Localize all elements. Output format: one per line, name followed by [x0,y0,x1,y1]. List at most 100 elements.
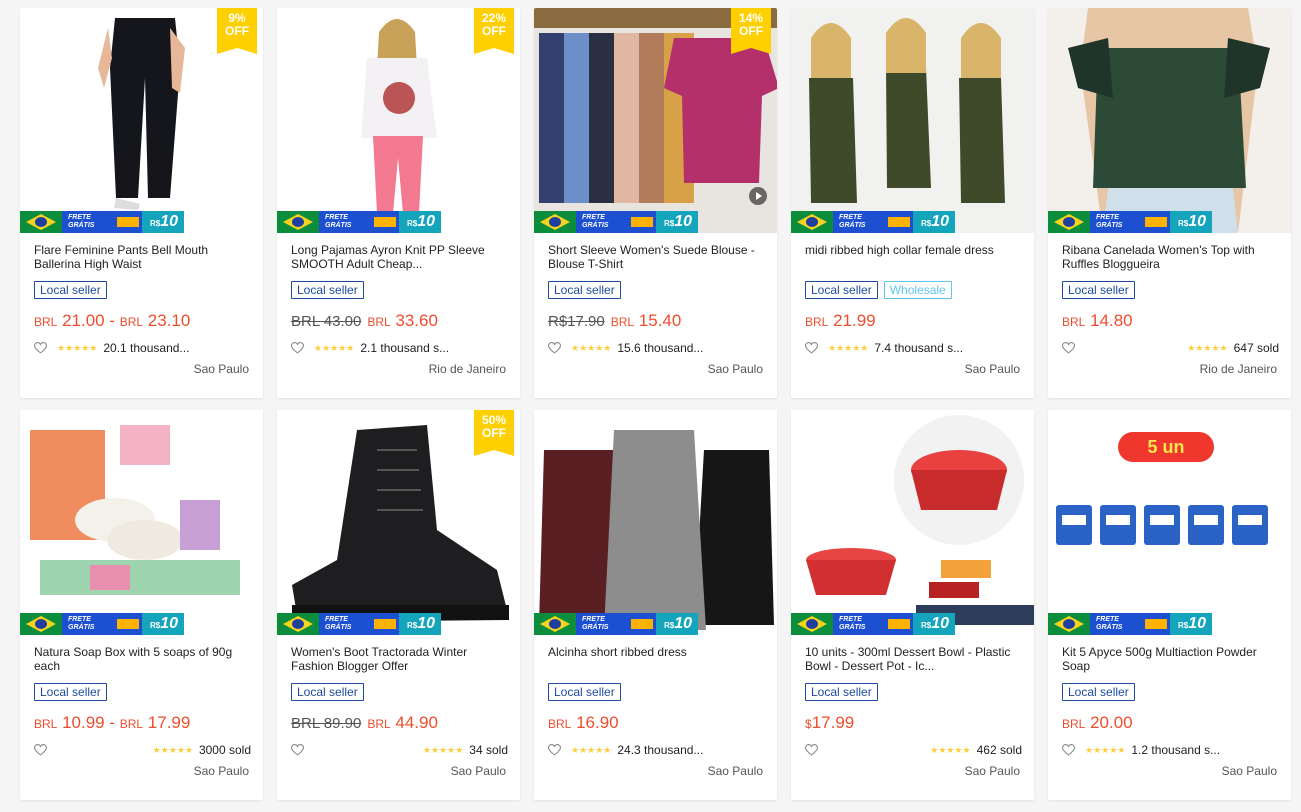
coupon-tag-icon [371,613,399,635]
coupon-tag-icon [885,613,913,635]
product-image[interactable]: 14% OFF FRETE GRÁTIS R$10 [534,8,777,233]
product-title[interactable]: Ribana Canelada Women's Top with Ruffles… [1062,243,1279,271]
heart-icon[interactable] [34,744,47,756]
product-card[interactable]: 22% OFF FRETE GRÁTIS R$10 Long Pajamas Ayro… [277,8,520,398]
local-seller-badge: Local seller [805,683,878,701]
product-image[interactable]: FRETE GRÁTIS R$10 [1048,8,1291,233]
product-meta: ★★★★★ 20.1 thousand... [34,340,251,356]
product-card[interactable]: FRETE GRÁTIS R$10 Alcinha short ribbed dr… [534,410,777,800]
current-price: BRL 14.80 [1062,311,1133,330]
current-price: BRL 21.99 [805,311,876,330]
rating-stars: ★★★★★ [1187,342,1228,353]
product-image[interactable]: 5 un FRETE GRÁTIS R$10 [1048,410,1291,635]
seller-badges: Local seller [291,683,508,701]
seller-location: Sao Paulo [450,764,506,778]
free-shipping-label: FRETE GRÁTIS [62,211,114,233]
product-photo [791,410,1034,635]
local-seller-badge: Local seller [291,281,364,299]
product-image[interactable]: 22% OFF FRETE GRÁTIS R$10 [277,8,520,233]
product-meta: ★★★★★ 647 sold [1062,340,1279,356]
product-meta: ★★★★★ 3000 sold [34,742,251,758]
product-card[interactable]: 50% OFF FRETE GRÁTIS R$10 Women's Boot Trac… [277,410,520,800]
coupon-value: R$10 [1170,211,1213,233]
heart-icon[interactable] [291,744,304,756]
wholesale-badge: Wholesale [883,281,952,299]
product-photo [534,410,777,635]
product-card[interactable]: 9% OFF FRETE GRÁTIS R$10 Flare Feminine Pan… [20,8,263,398]
rating-stars: ★★★★★ [828,342,869,353]
seller-badges: Local seller [548,281,765,299]
sold-count: 647 sold [1233,341,1279,355]
product-title[interactable]: midi ribbed high collar female dress [805,243,1022,271]
brazil-flag-icon [277,613,319,635]
local-seller-badge: Local seller [548,683,621,701]
discount-badge: 9% OFF [217,8,257,54]
promo-strip: FRETE GRÁTIS R$10 [1048,613,1213,635]
product-title[interactable]: Kit 5 Apyce 500g Multiaction Powder Soap [1062,645,1279,673]
rating-stars: ★★★★★ [314,342,355,353]
promo-strip: FRETE GRÁTIS R$10 [534,613,699,635]
sold-count: 3000 sold [198,743,251,757]
product-title[interactable]: Short Sleeve Women's Suede Blouse - Blou… [548,243,765,271]
current-price: BRL 44.90 [367,713,438,732]
product-image[interactable]: 50% OFF FRETE GRÁTIS R$10 [277,410,520,635]
sold-count: 24.3 thousand... [617,743,704,757]
current-price: BRL 20.00 [1062,713,1133,732]
product-card[interactable]: FRETE GRÁTIS R$10 10 units - 300ml Desser… [791,410,1034,800]
product-title[interactable]: Women's Boot Tractorada Winter Fashion B… [291,645,508,673]
heart-icon[interactable] [805,744,818,756]
current-price: BRL 16.90 [548,713,619,732]
free-shipping-label: FRETE GRÁTIS [576,211,628,233]
product-image[interactable]: FRETE GRÁTIS R$10 [20,410,263,635]
local-seller-badge: Local seller [548,281,621,299]
sold-count: 1.2 thousand s... [1131,743,1221,757]
price-row: BRL 20.00 [1062,713,1279,733]
product-image[interactable]: FRETE GRÁTIS R$10 [791,8,1034,233]
rating-stars: ★★★★★ [930,744,971,755]
heart-icon[interactable] [291,342,304,354]
product-title[interactable]: Long Pajamas Ayron Knit PP Sleeve SMOOTH… [291,243,508,271]
original-price: R$17.90 [548,313,605,330]
promo-strip: FRETE GRÁTIS R$10 [20,211,185,233]
product-title[interactable]: Alcinha short ribbed dress [548,645,765,673]
brazil-flag-icon [534,211,576,233]
free-shipping-label: FRETE GRÁTIS [833,613,885,635]
product-card[interactable]: FRETE GRÁTIS R$10 Ribana Canelada Women's… [1048,8,1291,398]
product-card[interactable]: FRETE GRÁTIS R$10 Natura Soap Box with 5 … [20,410,263,800]
coupon-tag-icon [885,211,913,233]
product-image[interactable]: 9% OFF FRETE GRÁTIS R$10 [20,8,263,233]
brazil-flag-icon [534,613,576,635]
heart-icon[interactable] [805,342,818,354]
video-play-icon[interactable] [749,187,767,205]
product-card[interactable]: FRETE GRÁTIS R$10 midi ribbed high collar… [791,8,1034,398]
product-title[interactable]: Natura Soap Box with 5 soaps of 90g each [34,645,251,673]
heart-icon[interactable] [548,342,561,354]
coupon-tag-icon [371,211,399,233]
heart-icon[interactable] [34,342,47,354]
product-meta: ★★★★★ 462 sold [805,742,1022,758]
brazil-flag-icon [20,613,62,635]
heart-icon[interactable] [548,744,561,756]
current-price: $17.99 [805,713,855,732]
seller-badges: Local seller [291,281,508,299]
product-card[interactable]: 5 un FRETE GRÁTIS R$10 Kit 5 Apyce 500g Mu… [1048,410,1291,800]
product-image[interactable]: FRETE GRÁTIS R$10 [791,410,1034,635]
free-shipping-label: FRETE GRÁTIS [319,613,371,635]
quantity-label: 5 un [1118,432,1214,462]
coupon-value: R$10 [142,211,185,233]
product-photo [791,8,1034,233]
current-price: BRL 33.60 [367,311,438,330]
rating-stars: ★★★★★ [152,744,193,755]
seller-badges: Local seller [805,683,1022,701]
heart-icon[interactable] [1062,744,1075,756]
sold-count: 15.6 thousand... [617,341,704,355]
product-card[interactable]: 14% OFF FRETE GRÁTIS R$10 Short Sleeve Wome… [534,8,777,398]
product-image[interactable]: FRETE GRÁTIS R$10 [534,410,777,635]
seller-location: Rio de Janeiro [1199,362,1277,376]
promo-strip: FRETE GRÁTIS R$10 [277,613,442,635]
product-title[interactable]: Flare Feminine Pants Bell Mouth Ballerin… [34,243,251,271]
product-photo [1048,8,1291,233]
heart-icon[interactable] [1062,342,1075,354]
seller-badges: Local seller [548,683,765,701]
product-title[interactable]: 10 units - 300ml Dessert Bowl - Plastic … [805,645,1022,673]
